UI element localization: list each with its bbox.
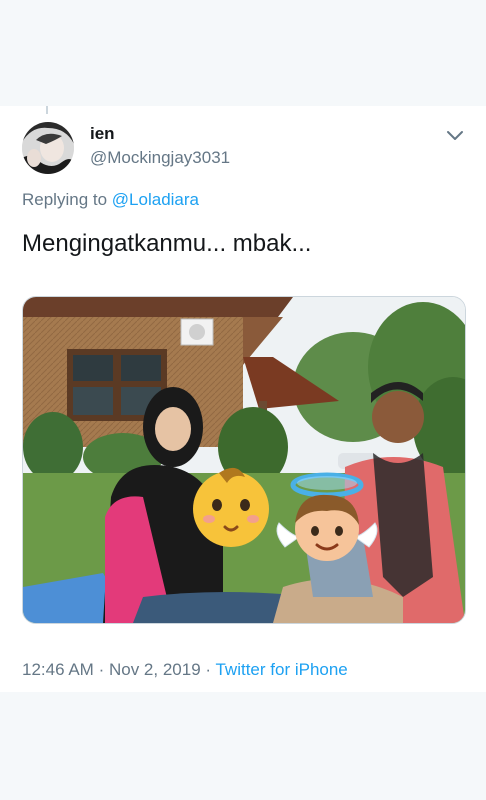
replying-prefix: Replying to bbox=[22, 190, 108, 209]
top-background bbox=[0, 0, 486, 106]
tweet-time[interactable]: 12:46 AM bbox=[22, 660, 94, 679]
tweet-timestamp-line: 12:46 AM · Nov 2, 2019 · Twitter for iPh… bbox=[22, 660, 348, 680]
thread-connector-line bbox=[46, 106, 48, 114]
reply-mention-link[interactable]: @Loladiara bbox=[112, 190, 199, 209]
avatar[interactable] bbox=[22, 122, 74, 174]
user-handle[interactable]: @Mockingjay3031 bbox=[90, 148, 230, 168]
tweet-photo[interactable] bbox=[22, 296, 466, 624]
avatar-image bbox=[22, 122, 74, 174]
meta-separator: · bbox=[98, 660, 105, 679]
photo-illustration bbox=[23, 297, 465, 623]
tweet-date[interactable]: Nov 2, 2019 bbox=[109, 660, 201, 679]
tweet-text: Mengingatkanmu... mbak... bbox=[22, 230, 312, 257]
tweet-source-link[interactable]: Twitter for iPhone bbox=[215, 660, 347, 679]
replying-to-line: Replying to @Loladiara bbox=[22, 190, 199, 210]
tweet-card[interactable]: ien @Mockingjay3031 Replying to @Loladia… bbox=[0, 106, 486, 692]
bottom-background bbox=[0, 692, 486, 800]
meta-separator-2: · bbox=[205, 660, 212, 679]
chevron-down-icon[interactable] bbox=[446, 126, 464, 144]
display-name[interactable]: ien bbox=[90, 124, 115, 144]
